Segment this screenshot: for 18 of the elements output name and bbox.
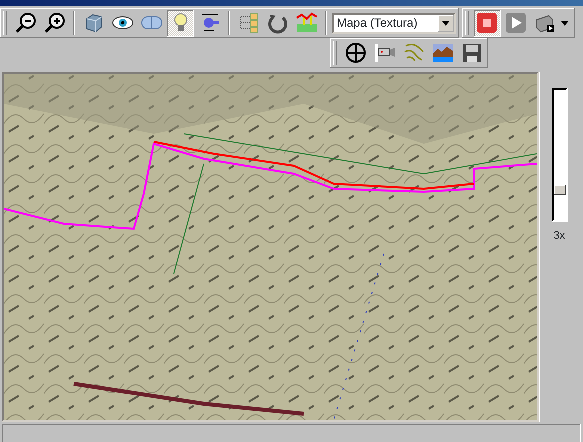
zoom-slider-thumb[interactable] <box>554 184 566 195</box>
magnifier-minus-icon <box>14 12 36 34</box>
contour-lines-icon <box>402 42 424 64</box>
play-icon <box>505 12 528 34</box>
caret-icon <box>442 20 450 26</box>
stop-icon <box>476 12 498 34</box>
terrain-map-view[interactable] <box>2 72 539 422</box>
terrain-profile-icon <box>296 12 318 34</box>
zoom-slider-track[interactable] <box>552 88 568 222</box>
landscape-icon <box>432 42 454 64</box>
view-mode-dropdown[interactable]: Mapa (Textura) <box>332 12 456 34</box>
crosshair-icon <box>344 42 366 64</box>
rotate-arrow-icon <box>266 12 288 34</box>
magnifier-plus-icon <box>44 12 66 34</box>
zoom-level-label: 3x <box>554 228 566 244</box>
video-camera-icon <box>374 42 396 64</box>
caret-icon <box>560 20 569 26</box>
tree-diagram-icon <box>238 12 260 34</box>
